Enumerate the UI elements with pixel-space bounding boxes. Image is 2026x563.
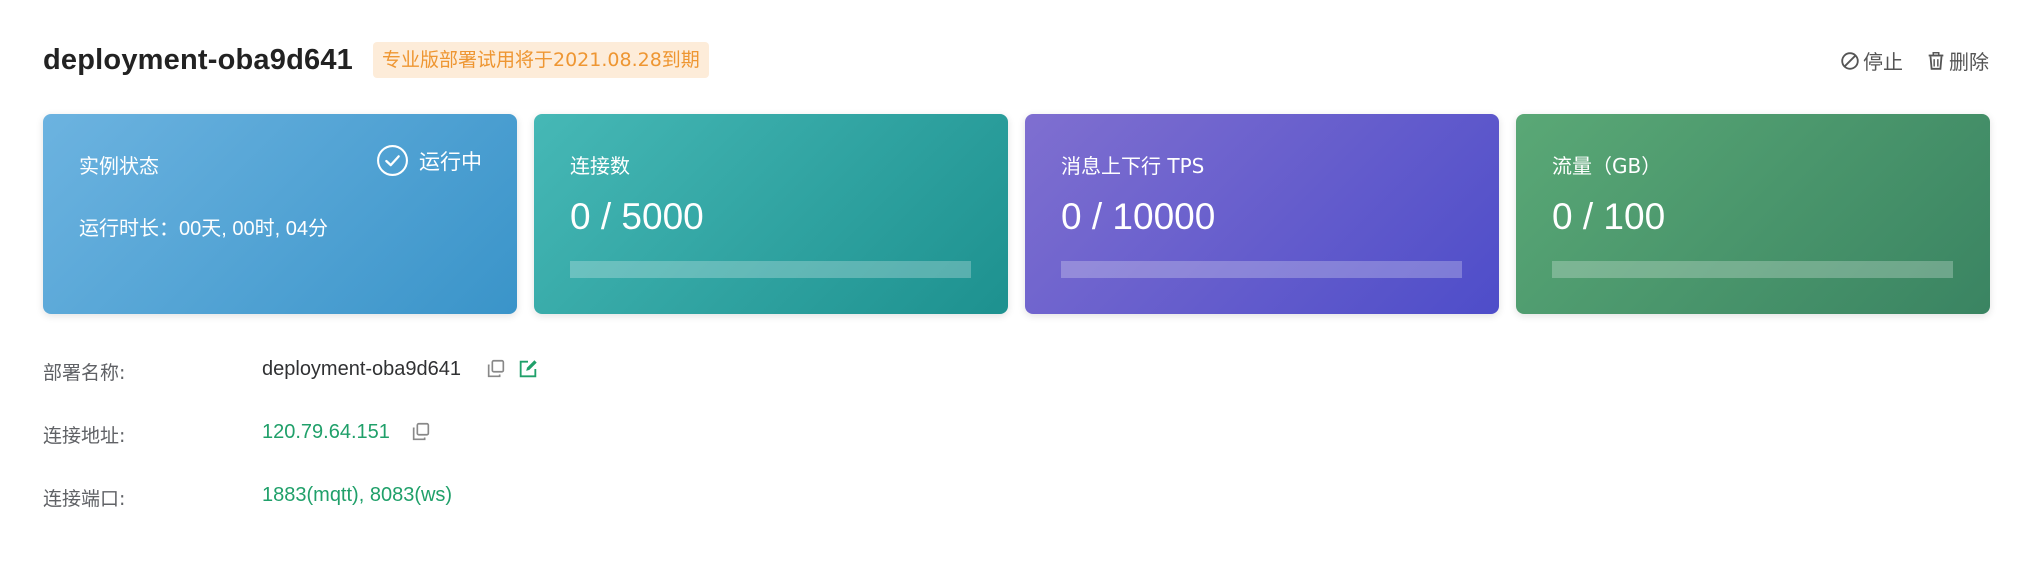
delete-label: 删除 xyxy=(1949,50,1989,74)
connection-address-value[interactable]: 120.79.64.151 xyxy=(262,421,390,444)
copy-icon[interactable] xyxy=(410,421,432,443)
edit-icon[interactable] xyxy=(517,358,539,380)
connections-value: 0 / 5000 xyxy=(570,196,704,237)
traffic-progress-bar xyxy=(1552,261,1953,278)
tps-value: 0 / 10000 xyxy=(1061,196,1216,237)
instance-status-label: 实例状态 xyxy=(79,154,159,178)
running-status-text: 运行中 xyxy=(419,149,482,174)
stop-button[interactable]: 停止 xyxy=(1839,46,1903,75)
runtime: 运行时长：00天, 00时, 04分 xyxy=(79,212,328,241)
trash-icon xyxy=(1928,51,1944,70)
stop-label: 停止 xyxy=(1863,50,1903,74)
connections-card: 连接数 0 / 5000 xyxy=(534,114,1008,314)
running-status: 运行中 xyxy=(376,144,482,177)
connections-progress-bar xyxy=(570,261,971,278)
instance-status-card: 实例状态 运行中 运行时长：00天, 00时, 04分 xyxy=(43,114,517,314)
traffic-value: 0 / 100 xyxy=(1552,196,1666,237)
connection-address-label: 连接地址: xyxy=(43,425,126,447)
copy-icon[interactable] xyxy=(485,358,507,380)
tps-card: 消息上下行 TPS 0 / 10000 xyxy=(1025,114,1499,314)
trial-expiry-badge: 专业版部署试用将于2021.08.28到期 xyxy=(373,42,709,78)
traffic-label: 流量（GB） xyxy=(1552,154,1662,178)
runtime-value: 00天, 00时, 04分 xyxy=(179,218,328,240)
page-header: deployment-oba9d641 专业版部署试用将于2021.08.28到… xyxy=(43,40,1989,84)
tps-label: 消息上下行 TPS xyxy=(1061,154,1205,178)
check-circle-icon xyxy=(377,145,408,176)
deployment-name-value: deployment-oba9d641 xyxy=(262,358,462,380)
deployment-title: deployment-oba9d641 xyxy=(43,44,353,76)
delete-button[interactable]: 删除 xyxy=(1925,46,1989,75)
deployment-name-label: 部署名称: xyxy=(43,362,126,384)
connections-label: 连接数 xyxy=(570,154,630,178)
connection-port-value: 1883(mqtt), 8083(ws) xyxy=(262,484,453,506)
stop-icon xyxy=(1841,51,1859,70)
traffic-card: 流量（GB） 0 / 100 xyxy=(1516,114,1990,314)
stats-cards: 实例状态 运行中 运行时长：00天, 00时, 04分 连接数 0 / 5000… xyxy=(43,114,1990,314)
tps-progress-bar xyxy=(1061,261,1462,278)
header-actions: 停止 删除 xyxy=(1839,46,1989,75)
runtime-label: 运行时长： xyxy=(79,216,179,240)
connection-port-label: 连接端口: xyxy=(43,488,126,510)
